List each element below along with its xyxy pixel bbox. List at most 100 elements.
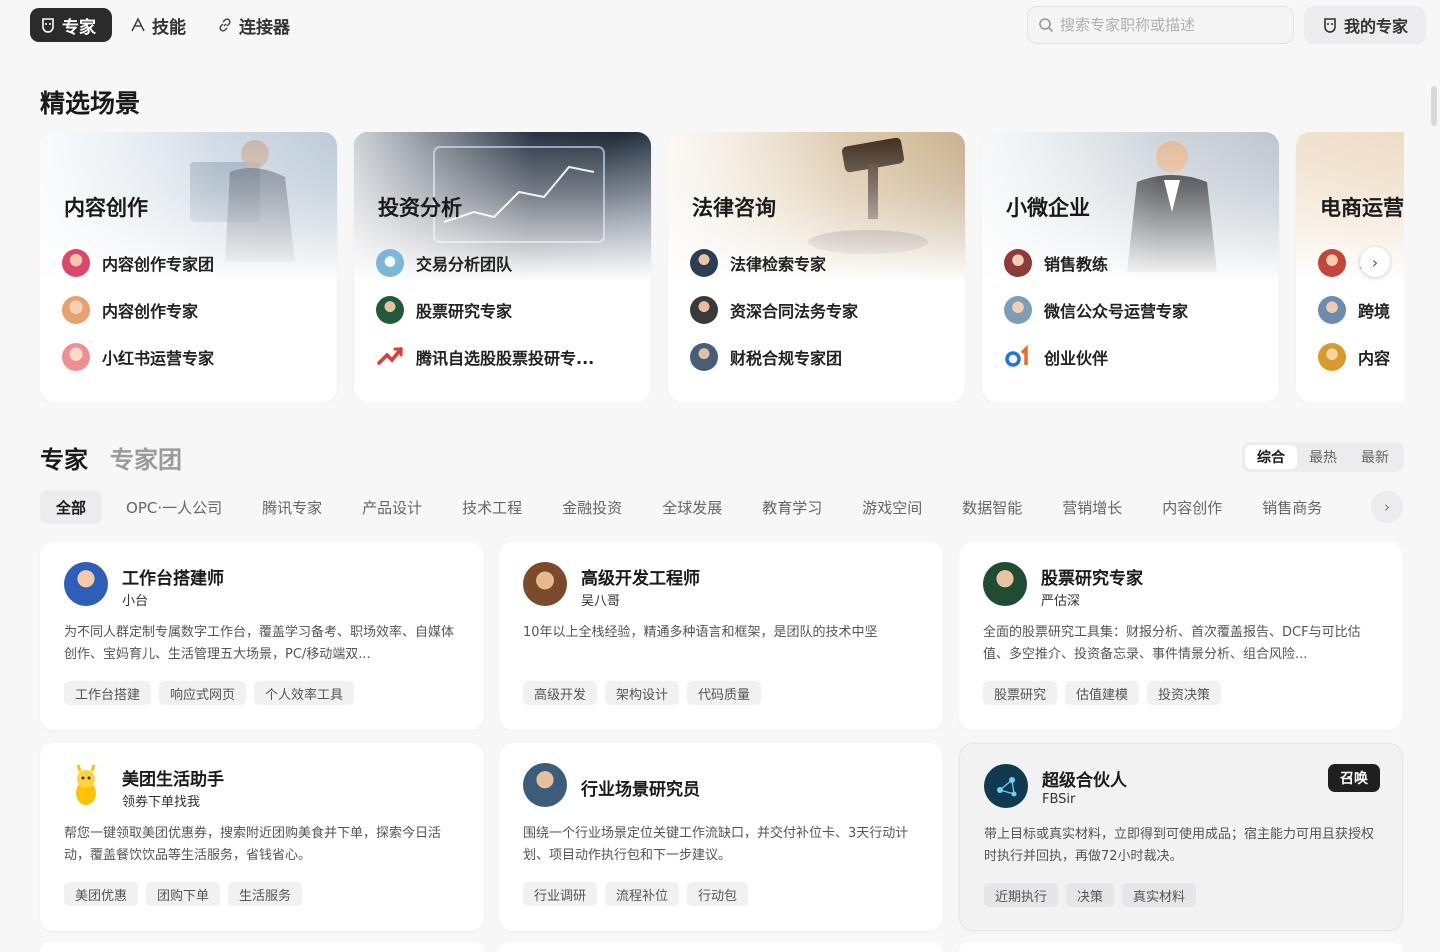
page-scrollbar[interactable] [1431,86,1437,126]
scene-item[interactable]: 内容创作专家团 [62,248,214,278]
tag: 近期执行 [984,883,1059,907]
category-item[interactable]: 全球发展 [646,490,738,524]
avatar [62,249,90,277]
scene-item[interactable]: 小红书运营专家 [62,342,214,372]
featured-scenes: 内容创作 内容创作专家团 内容创作专家 小红书运营专家 投资分析 交易分析团队 … [40,132,1404,402]
scene-item[interactable]: 法律检索专家 [690,248,858,278]
sort-hottest[interactable]: 最热 [1297,445,1349,469]
scene-card[interactable]: 小微企业 销售教练 微信公众号运营专家 创业伙伴 [982,132,1279,402]
expert-card[interactable]: 股票研究专家 严估深 全面的股票研究工具集：财报分析、首次覆盖报告、DCF与可比… [959,542,1403,730]
category-item[interactable]: 营销增长 [1046,490,1138,524]
scene-card[interactable]: 投资分析 交易分析团队 股票研究专家 腾讯自选股股票投研专... [354,132,651,402]
scene-item[interactable]: 跨境 [1318,295,1390,325]
expert-author: 吴八哥 [581,594,621,609]
meituan-mascot-icon [64,763,108,807]
expert-name: 工作台搭建师 [122,569,224,589]
scene-item[interactable]: 内容创作专家 [62,295,214,325]
search-icon [1039,18,1054,33]
tab-skill-label: 技能 [152,17,186,38]
trend-logo-icon [376,343,404,371]
category-item[interactable]: 内容创作 [1146,490,1238,524]
scene-item[interactable]: 微信公众号运营专家 [1004,295,1188,325]
category-item[interactable]: 产品设计 [346,490,438,524]
featured-title: 精选场景 [40,89,141,118]
scene-item[interactable]: 财税合规专家团 [690,342,858,372]
expert-name: 美团生活助手 [122,770,224,790]
link-icon [219,18,231,32]
scene-item[interactable]: 销售教练 [1004,248,1188,278]
avatar [1318,249,1346,277]
tab-connector[interactable]: 连接器 [207,8,300,42]
scene-title: 小微企业 [1006,196,1090,220]
scene-item[interactable]: 交易分析团队 [376,248,594,278]
expert-name: 行业场景研究员 [581,780,700,800]
expert-desc: 为不同人群定制专属数字工作台，覆盖学习备考、职场效率、自媒体创作、宝妈育儿、生活… [64,625,455,662]
sort-newest[interactable]: 最新 [1349,445,1401,469]
top-bar: 专家 技能 连接器 我的专家 [0,0,1440,52]
tag: 高级开发 [523,681,598,705]
category-item[interactable]: OPC·一人公司 [110,490,238,524]
category-item[interactable]: 腾讯专家 [246,490,338,524]
category-all[interactable]: 全部 [40,490,103,524]
expert-card-peek [499,942,943,952]
expert-card-peek [40,942,484,952]
category-item[interactable]: 技术工程 [446,490,538,524]
expert-desc: 帮您一键领取美团优惠券，搜索附近团购美食并下单，探索今日活动，覆盖餐饮饮品等生活… [64,826,442,863]
expert-card[interactable]: 超级合伙人 FBSir 召唤 带上目标或真实材料，立即得到可使用成品；宿主能力可… [959,743,1403,931]
avatar [62,343,90,371]
expert-card[interactable]: 美团生活助手 领券下单找我 帮您一键领取美团优惠券，搜索附近团购美食并下单，探索… [40,743,484,931]
avatar [690,296,718,324]
tag: 工作台搭建 [64,681,152,705]
tab-expert[interactable]: 专家 [30,8,112,42]
tag: 代码质量 [687,681,762,705]
category-item[interactable]: 金融投资 [546,490,638,524]
scene-title: 投资分析 [378,196,462,220]
summon-button[interactable]: 召唤 [1328,764,1380,792]
chevron-right-icon: › [1371,252,1379,272]
scene-title: 内容创作 [64,196,148,220]
scenes-next-button[interactable]: › [1360,247,1390,277]
sort-comprehensive[interactable]: 综合 [1245,445,1297,469]
tab-expert-teams[interactable]: 专家团 [110,440,182,475]
expert-icon [42,18,54,33]
tag: 流程补位 [605,882,680,906]
expert-card[interactable]: 行业场景研究员 围绕一个行业场景定位关键工作流缺口，并交付补位卡、3天行动计划、… [499,743,943,931]
expert-desc: 带上目标或真实材料，立即得到可使用成品；宿主能力可用且获授权时执行并回执，再做7… [984,827,1375,864]
expert-card[interactable]: 工作台搭建师 小台 为不同人群定制专属数字工作台，覆盖学习备考、职场效率、自媒体… [40,542,484,730]
scene-card[interactable]: 法律咨询 法律检索专家 资深合同法务专家 财税合规专家团 [668,132,965,402]
expert-desc: 10年以上全栈经验，精通多种语言和框架，是团队的技术中坚 [523,625,878,640]
tab-connector-label: 连接器 [239,17,290,38]
scene-card[interactable]: 内容创作 内容创作专家团 内容创作专家 小红书运营专家 [40,132,337,402]
tag: 决策 [1066,883,1115,907]
my-experts-label: 我的专家 [1343,17,1408,36]
category-item[interactable]: 销售商务 [1246,490,1338,524]
tag: 响应式网页 [159,681,247,705]
scene-item[interactable]: 创业伙伴 [1004,342,1188,372]
expert-card[interactable]: 高级开发工程师 吴八哥 10年以上全栈经验，精通多种语言和框架，是团队的技术中坚… [499,542,943,730]
category-item[interactable]: 教育学习 [746,490,838,524]
categories-next-button[interactable]: › [1371,491,1403,523]
category-item[interactable]: 游戏空间 [846,490,938,524]
avatar [376,296,404,324]
tag: 真实材料 [1122,883,1197,907]
scene-item[interactable]: 腾讯自选股股票投研专... [376,342,594,372]
avatar [1004,296,1032,324]
my-experts-button[interactable]: 我的专家 [1304,6,1426,44]
scene-item[interactable]: 股票研究专家 [376,295,594,325]
sort-toggle: 综合 最热 最新 [1242,442,1404,472]
tag: 团购下单 [146,882,221,906]
tag: 个人效率工具 [254,681,355,705]
avatar [62,296,90,324]
tab-skill[interactable]: 技能 [120,8,196,42]
expert-section-tabs: 专家 专家团 [40,440,182,475]
search-input[interactable] [1060,16,1280,34]
scene-item[interactable]: 资深合同法务专家 [690,295,858,325]
tag: 行业调研 [523,882,598,906]
avatar [983,562,1027,606]
expert-desc: 全面的股票研究工具集：财报分析、首次覆盖报告、DCF与可比估值、多空推介、投资备… [983,625,1361,662]
category-item[interactable]: 数据智能 [946,490,1038,524]
network-logo-icon [984,764,1028,808]
tag: 投资决策 [1147,681,1222,705]
scene-item[interactable]: 内容 [1318,342,1390,372]
tab-experts[interactable]: 专家 [40,440,88,475]
